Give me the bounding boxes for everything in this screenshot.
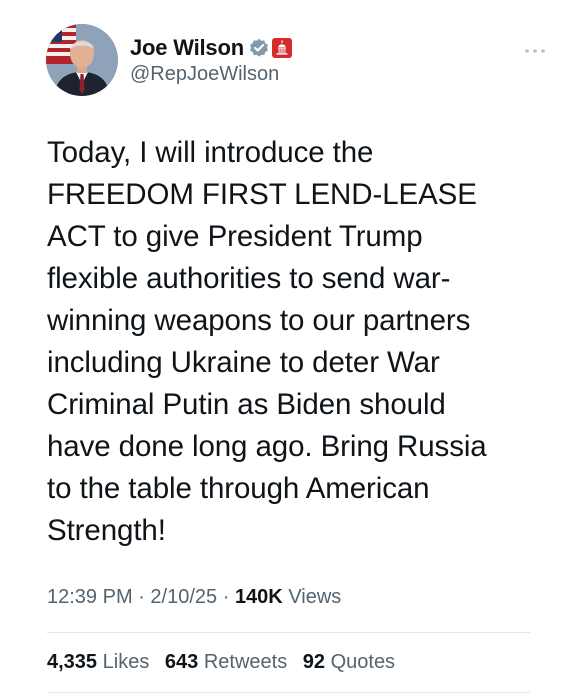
author-handle[interactable]: @RepJoeWilson — [130, 63, 292, 86]
tweet-header: Joe Wilson @RepJoeWilson — [46, 24, 547, 100]
name-row: Joe Wilson — [130, 34, 292, 62]
views-label: Views — [288, 586, 342, 608]
portrait-avatar-image — [46, 24, 118, 96]
more-horizontal-icon[interactable] — [523, 42, 547, 53]
author-display-name[interactable]: Joe Wilson — [130, 35, 244, 61]
quotes-count: 92 — [302, 651, 326, 673]
quotes-label: Quotes — [330, 651, 396, 673]
author-info: Joe Wilson @RepJoeWilson — [130, 34, 292, 86]
retweets-count: 643 — [164, 651, 199, 673]
avatar[interactable] — [46, 24, 118, 96]
engagement-stats: 4,335 Likes 643 Retweets 92 Quotes — [47, 651, 405, 674]
tweet-card: Joe Wilson @RepJoeWilson Today, I will i… — [0, 0, 577, 697]
meta-separator: · — [222, 586, 230, 608]
likes-stat[interactable]: 4,335 Likes — [47, 651, 149, 673]
divider — [47, 632, 530, 633]
likes-count: 4,335 — [47, 651, 98, 673]
tweet-time[interactable]: 12:39 PM — [47, 586, 133, 608]
meta-separator: · — [138, 586, 145, 608]
retweets-stat[interactable]: 643 Retweets — [165, 651, 287, 673]
quotes-stat[interactable]: 92 Quotes — [303, 651, 395, 673]
views-count: 140K — [234, 586, 283, 608]
verified-badge-icon — [249, 38, 269, 58]
us-capitol-icon[interactable] — [271, 38, 292, 58]
divider — [47, 692, 530, 693]
tweet-metadata: 12:39 PM · 2/10/25 · 140K Views — [47, 586, 341, 609]
tweet-date[interactable]: 2/10/25 — [150, 586, 217, 608]
retweets-label: Retweets — [203, 651, 288, 673]
likes-label: Likes — [102, 651, 150, 673]
tweet-text: Today, I will introduce the FREEDOM FIRS… — [47, 136, 487, 547]
